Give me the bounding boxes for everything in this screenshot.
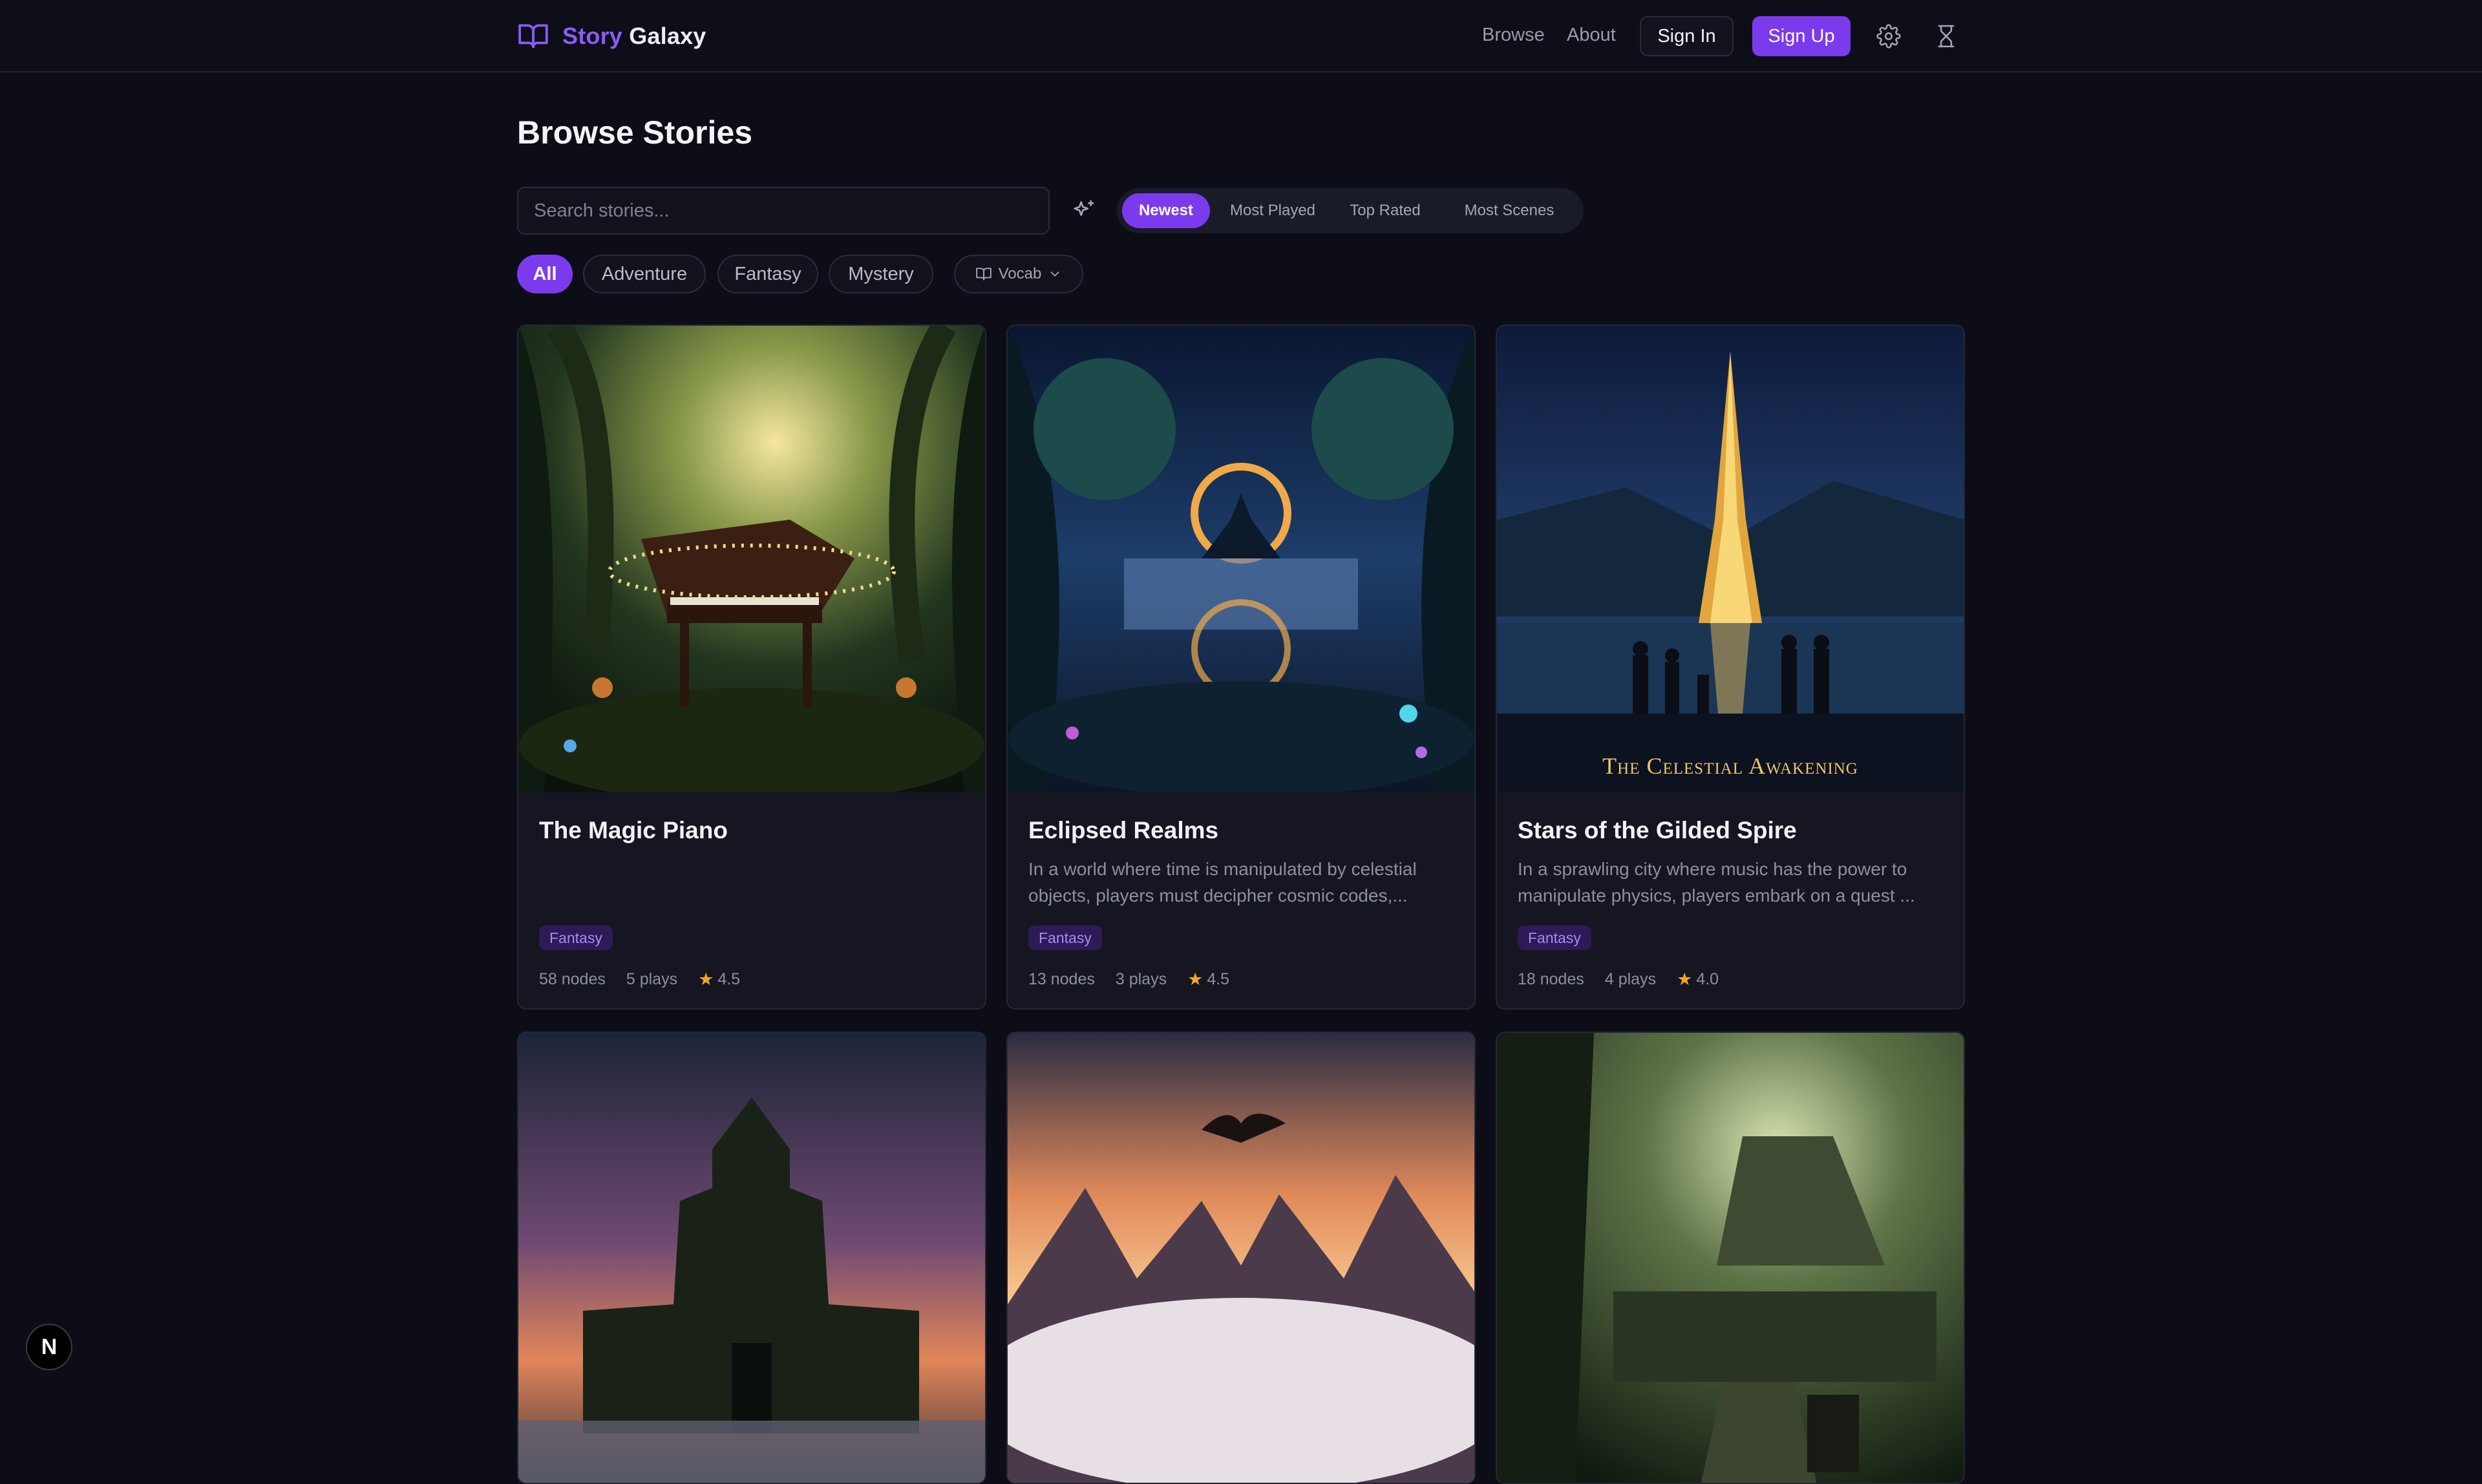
nav-link-browse[interactable]: Browse [1482,25,1545,46]
book-icon [518,24,548,48]
genre-tag: Fantasy [1028,926,1102,950]
chevron-down-icon [1050,271,1059,277]
story-card[interactable]: Eclipsed Realms In a world where time is… [1006,324,1476,1010]
story-card[interactable] [1006,1032,1476,1484]
rating-value: 4.5 [1207,970,1230,988]
node-count: 18 nodes [1518,970,1584,988]
rating-value: 4.5 [717,970,741,988]
story-title: Stars of the Gilded Spire [1518,817,1797,843]
vocab-label: Vocab [998,265,1042,282]
filter-chip-adventure[interactable]: Adventure [583,255,706,293]
rating-value: 4.0 [1696,970,1719,988]
jungle-ruins-illustration [1497,1033,1964,1483]
story-cover-image [1008,326,1474,792]
genre-tag: Fantasy [539,926,613,950]
page-title: Browse Stories [517,114,753,151]
story-description [539,856,966,909]
golden-spire-illustration [1497,326,1964,792]
story-card[interactable] [517,1032,986,1484]
nav-link-about[interactable]: About [1567,25,1616,46]
sign-in-button[interactable]: Sign In [1640,16,1734,56]
brand-galaxy-text: Galaxy [629,23,706,49]
node-count: 13 nodes [1028,970,1095,988]
search-input[interactable] [517,187,1050,235]
brand-story-text: Story [562,23,623,49]
story-cover-image [518,326,985,792]
story-cover-image [1497,1033,1964,1483]
hourglass-icon [1938,25,1955,48]
story-cover-image [518,1033,985,1483]
story-stats: 58 nodes 5 plays ★ 4.5 [539,970,740,990]
story-card[interactable] [1496,1032,1965,1484]
sort-newest-button[interactable]: Newest [1122,193,1210,228]
story-cover-image [1008,1033,1474,1483]
play-count: 3 plays [1115,970,1167,988]
star-icon: ★ [698,970,714,989]
sparkles-icon [1074,200,1094,216]
enchanted-forest-piano-illustration [518,326,985,792]
story-cover-image: The Celestial Awakening [1497,326,1964,792]
play-count: 5 plays [626,970,678,988]
settings-button[interactable] [1873,21,1904,52]
book-open-icon [975,268,992,281]
rating: ★ 4.0 [1677,970,1719,990]
story-title: Eclipsed Realms [1028,817,1219,843]
rating: ★ 4.5 [1187,970,1229,990]
filter-chip-fantasy[interactable]: Fantasy [717,255,818,293]
mountain-eagle-illustration [1008,1033,1474,1483]
settings-gear-icon [1876,24,1901,48]
temple-sunset-illustration [518,1033,985,1483]
dev-tools-badge[interactable]: N [26,1324,72,1370]
sort-most-scenes-button[interactable]: Most Scenes [1440,193,1578,228]
play-count: 4 plays [1604,970,1657,988]
filter-chip-mystery[interactable]: Mystery [829,255,933,293]
star-icon: ★ [1677,970,1693,989]
genre-tag: Fantasy [1518,926,1591,950]
top-navigation-bar: Story Galaxy Browse About Sign In Sign U… [0,0,2482,72]
brand-logo[interactable]: Story Galaxy [517,17,706,56]
sign-up-button[interactable]: Sign Up [1752,16,1851,56]
rating: ★ 4.5 [698,970,740,990]
story-stats: 13 nodes 3 plays ★ 4.5 [1028,970,1229,990]
brand-name: Story Galaxy [562,23,706,50]
node-count: 58 nodes [539,970,606,988]
story-card[interactable]: The Celestial Awakening Stars of the Gil… [1496,324,1965,1010]
sort-most-played-button[interactable]: Most Played [1215,193,1330,228]
hourglass-button[interactable] [1931,21,1962,52]
story-description: In a world where time is manipulated by … [1028,859,1417,906]
story-card[interactable]: The Magic Piano Fantasy 58 nodes 5 plays… [517,324,986,1010]
star-icon: ★ [1187,970,1204,989]
eclipse-forest-illustration [1008,326,1474,792]
story-title: The Magic Piano [539,817,728,843]
story-stats: 18 nodes 4 plays ★ 4.0 [1518,970,1719,990]
sort-toggle-group: Newest Most Played Top Rated Most Scenes [1117,188,1584,233]
cover-caption: The Celestial Awakening [1602,753,1858,779]
ai-search-button[interactable] [1066,194,1100,228]
vocab-dropdown[interactable]: Vocab [954,255,1083,293]
sort-top-rated-button[interactable]: Top Rated [1334,193,1436,228]
filter-chip-all[interactable]: All [517,255,573,293]
story-description: In a sprawling city where music has the … [1518,859,1915,906]
